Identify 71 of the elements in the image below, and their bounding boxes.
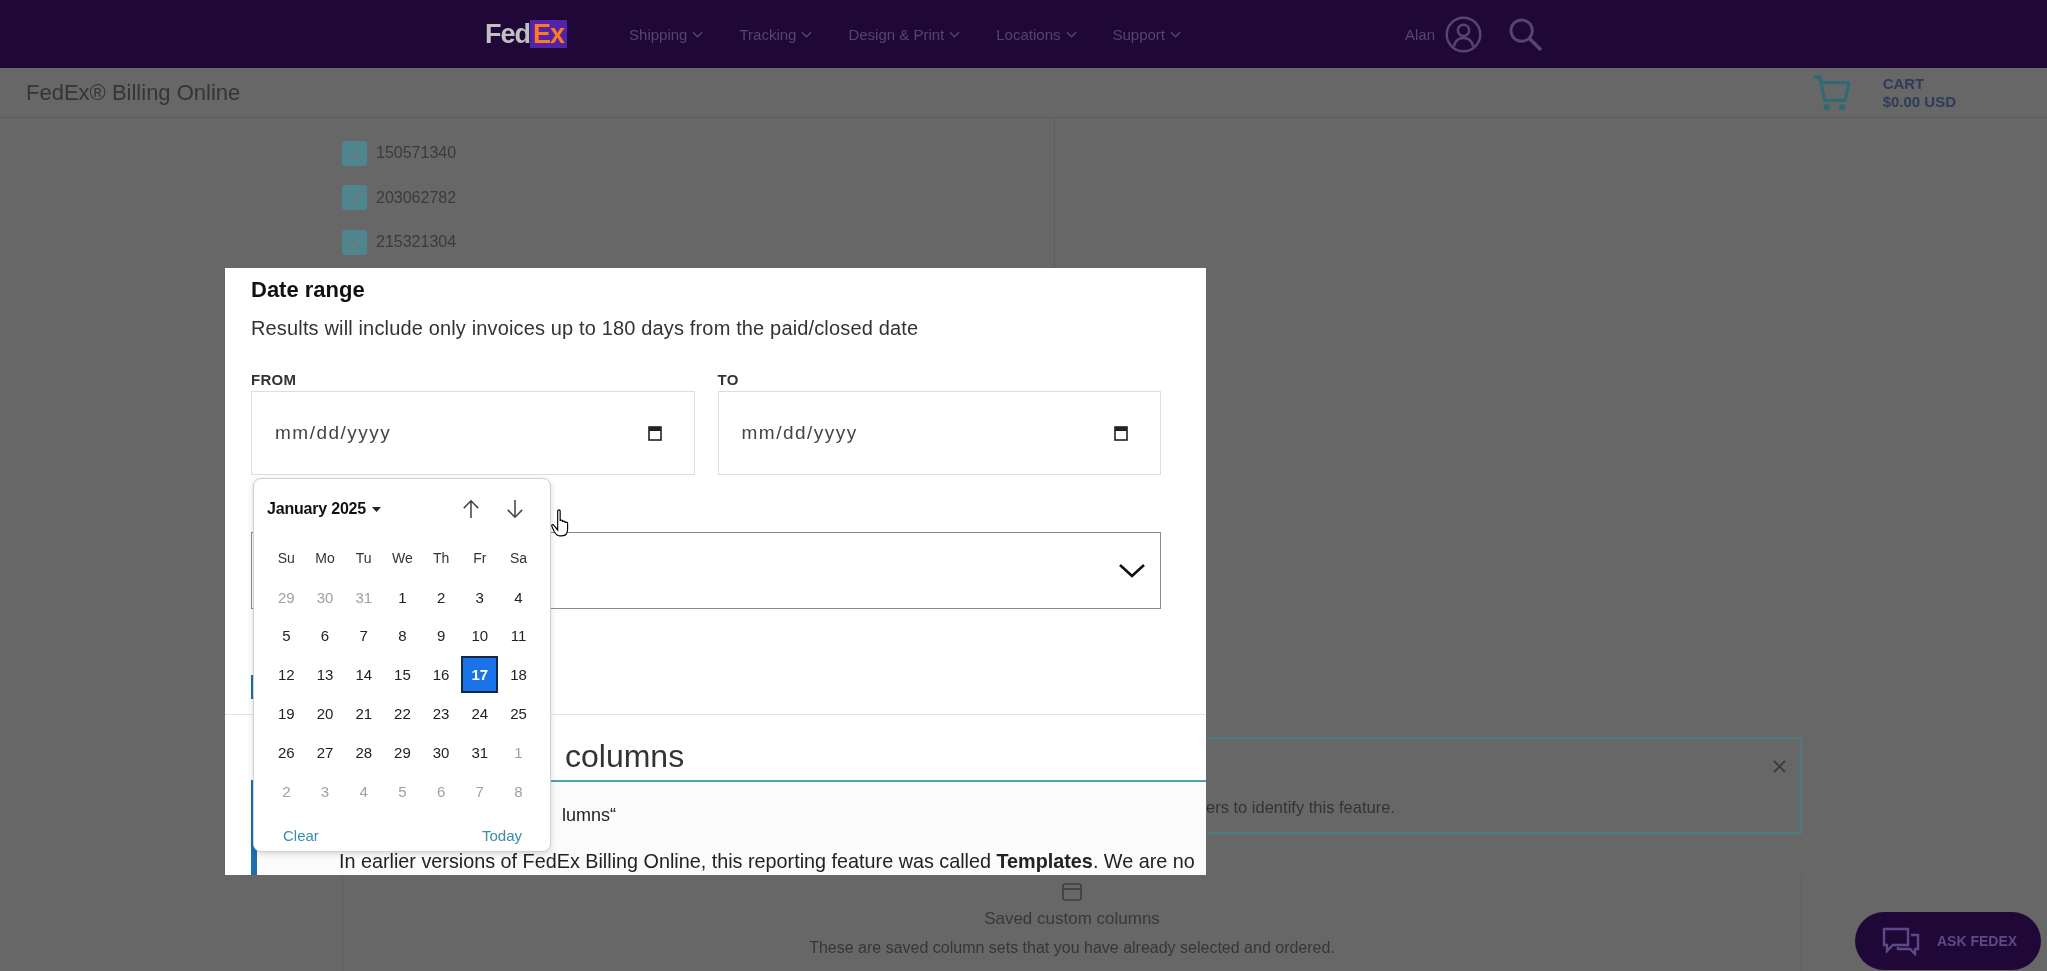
chevron-down-icon <box>801 30 813 38</box>
caret-icon <box>372 506 381 512</box>
calendar-day[interactable]: 21 <box>345 695 383 732</box>
calendar-icon[interactable] <box>1114 425 1128 441</box>
checkbox[interactable] <box>342 140 367 166</box>
checkbox[interactable] <box>342 229 367 255</box>
user-icon[interactable] <box>1445 15 1482 53</box>
chevron-down-icon <box>1170 30 1182 38</box>
calendar-day[interactable]: 4 <box>500 578 537 616</box>
calendar-day[interactable]: 3 <box>461 578 499 616</box>
calendar-icon[interactable] <box>647 425 662 441</box>
calendar-day[interactable]: 27 <box>306 734 344 771</box>
calendar-day[interactable]: 26 <box>268 734 305 771</box>
weekday-label: Fr <box>472 549 488 569</box>
calendar-day[interactable]: 29 <box>384 734 421 771</box>
close-icon[interactable] <box>1773 760 1786 773</box>
up-arrow-icon <box>462 499 480 519</box>
calendar-day[interactable]: 20 <box>306 695 344 732</box>
calendar-day[interactable]: 8 <box>384 617 421 655</box>
calendar-day[interactable]: 5 <box>268 617 305 655</box>
dialog-description: Results will include only invoices up to 180 days from the paid/closed date <box>251 317 920 339</box>
weekday-label: Mo <box>314 549 336 569</box>
panel-text: In earlier versions of FedEx Billing Online, this reporting feature was called Templates. We are no <box>339 850 1195 872</box>
today-button[interactable]: Today <box>481 825 522 846</box>
date-field[interactable]: mm/dd/yyyy <box>717 391 1161 475</box>
calendar-day[interactable]: 7 <box>345 617 383 655</box>
calendar-day[interactable]: 2 <box>422 578 460 616</box>
calendar-day[interactable]: 18 <box>500 656 537 694</box>
calendar-day[interactable]: 28 <box>345 734 383 771</box>
field-label: TO <box>717 372 739 388</box>
chevron-down-icon <box>1065 30 1077 38</box>
calendar-day[interactable]: 12 <box>268 656 305 694</box>
calendar-day[interactable]: 25 <box>500 695 537 732</box>
calendar-day[interactable]: 14 <box>345 656 383 694</box>
calendar-day[interactable]: 19 <box>268 695 305 732</box>
chevron-down-icon <box>1118 562 1146 579</box>
panel-title: lumns“ <box>562 804 616 826</box>
cart-total: $0.00 USD <box>1882 92 1956 111</box>
field-label: FROM <box>251 372 297 388</box>
chat-icon <box>1881 926 1921 956</box>
calendar-day[interactable]: 17 <box>461 656 499 694</box>
weekday-label: Sa <box>508 549 529 569</box>
calendar-day[interactable]: 22 <box>384 695 421 732</box>
date-field[interactable]: mm/dd/yyyy <box>251 391 695 475</box>
checkbox[interactable] <box>342 185 367 211</box>
calendar-day[interactable]: 15 <box>384 656 421 694</box>
month-select-button[interactable]: January 2025 <box>267 500 381 518</box>
calendar-day[interactable]: 1 <box>384 578 421 616</box>
weekday-label: We <box>391 549 414 569</box>
weekday-label: Th <box>431 549 451 569</box>
chevron-down-icon <box>692 30 704 38</box>
columns-icon <box>1062 883 1082 901</box>
dialog-title: Date range <box>251 277 366 303</box>
calendar-day[interactable]: 23 <box>422 695 460 732</box>
weekday-label: Tu <box>354 549 373 569</box>
calendar-day[interactable]: 31 <box>461 734 499 771</box>
calendar-day[interactable]: 9 <box>422 617 460 655</box>
clear-button[interactable]: Clear <box>283 825 319 846</box>
calendar-day[interactable]: 24 <box>461 695 499 732</box>
section-heading: columns <box>565 738 685 775</box>
search-icon[interactable] <box>1508 16 1543 52</box>
weekday-label: Su <box>276 549 296 569</box>
calendar-day[interactable]: 11 <box>500 617 537 655</box>
calendar-day[interactable]: 10 <box>461 617 499 655</box>
calendar-day[interactable]: 16 <box>422 656 460 694</box>
down-arrow-icon <box>506 499 524 519</box>
logo[interactable]: FedEx <box>485 18 568 50</box>
calendar-day[interactable]: 6 <box>306 617 344 655</box>
calendar-day[interactable]: 13 <box>306 656 344 694</box>
chevron-down-icon <box>949 30 961 38</box>
calendar-day[interactable]: 30 <box>422 734 460 771</box>
